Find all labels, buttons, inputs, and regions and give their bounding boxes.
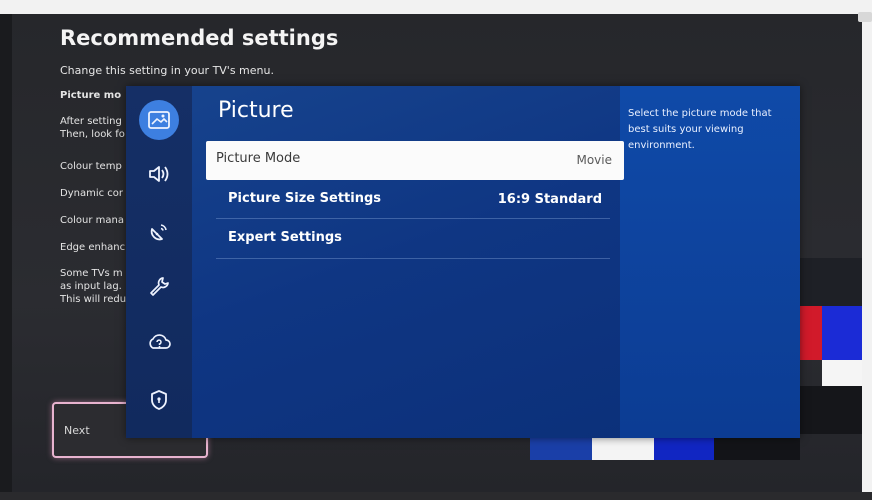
rec-line-colour-manager: Colour mana <box>60 215 124 226</box>
rec-line-then-look: Then, look fo <box>60 129 125 140</box>
pattern-block-black <box>800 386 862 434</box>
tv-bezel-notch <box>858 12 872 22</box>
general-icon[interactable] <box>139 266 179 306</box>
recommended-settings-title: Recommended settings <box>60 26 339 50</box>
rec-line-edge-enhancement: Edge enhanc <box>60 242 126 253</box>
tv-bezel-right <box>862 0 872 500</box>
support-icon[interactable] <box>139 322 179 362</box>
pattern-bar-white <box>592 438 654 460</box>
rec-line-after-setting: After setting <box>60 116 122 127</box>
rec-line-will-reduce: This will redu <box>60 294 127 305</box>
recommended-settings-subtitle: Change this setting in your TV's menu. <box>60 64 274 77</box>
pattern-block-white <box>822 360 862 386</box>
broadcasting-icon[interactable] <box>139 212 179 252</box>
picture-mode-label: Picture Mode <box>216 151 301 166</box>
pattern-block-red <box>800 306 822 360</box>
menu-title: Picture <box>218 98 294 123</box>
row-divider <box>216 218 610 219</box>
sound-icon[interactable] <box>139 154 179 194</box>
rec-line-picture-mode: Picture mo <box>60 90 122 101</box>
menu-item-picture-size-settings[interactable]: Picture Size Settings <box>228 191 381 206</box>
tv-bezel-top <box>0 0 872 14</box>
rec-line-some-tvs: Some TVs m <box>60 268 123 279</box>
menu-item-expert-settings[interactable]: Expert Settings <box>228 230 342 245</box>
help-text: Select the picture mode that best suits … <box>628 108 772 151</box>
picture-icon[interactable] <box>139 100 179 140</box>
pattern-block-dark <box>800 258 862 306</box>
next-button-label: Next <box>64 424 90 437</box>
rec-line-input-lag: as input lag. <box>60 281 122 292</box>
tv-bezel-bottom <box>0 492 872 500</box>
pattern-bar-blue <box>530 438 592 460</box>
rec-line-dynamic-contrast: Dynamic cor <box>60 188 124 199</box>
pattern-block-blue <box>822 306 862 360</box>
picture-mode-value: Movie <box>576 153 612 167</box>
pattern-bar-darkblue <box>654 438 714 460</box>
pattern-bar-black <box>714 438 800 460</box>
privacy-shield-icon[interactable] <box>139 380 179 420</box>
rec-line-colour-temp: Colour temp <box>60 161 122 172</box>
row-divider <box>216 258 610 259</box>
picture-size-value: 16:9 Standard <box>497 192 602 207</box>
